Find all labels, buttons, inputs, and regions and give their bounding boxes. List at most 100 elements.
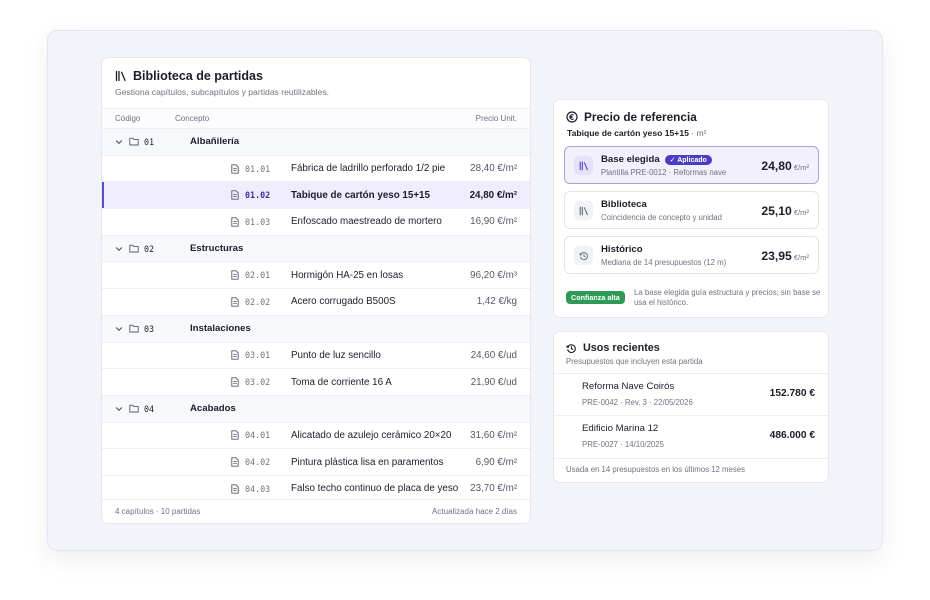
folder-icon	[129, 244, 139, 253]
item-name: Fábrica de ladrillo perforado 1/2 pie	[291, 163, 446, 175]
item-row[interactable]: 01.01 Fábrica de ladrillo perforado 1/2 p…	[102, 155, 530, 183]
item-code: 04.03	[245, 483, 271, 494]
col-concept: Concepto	[175, 114, 210, 123]
item-row[interactable]: 04.01 Alicatado de azulejo cerámico 20×20…	[102, 422, 530, 450]
item-price: 31,60 €/m²	[470, 429, 517, 441]
use-meta: PRE-0042 · Rev. 3 · 22/05/2026	[582, 398, 693, 407]
library-panel: Biblioteca de partidas Gestiona capítulo…	[101, 57, 531, 524]
chapter-name: Instalaciones	[190, 323, 251, 335]
library-header: Biblioteca de partidas Gestiona capítulo…	[102, 58, 530, 108]
col-code: Código	[115, 114, 141, 123]
option-price-value: 25,10	[761, 204, 792, 218]
item-row[interactable]: 04.02 Pintura plástica lisa en paramentos…	[102, 449, 530, 476]
item-code: 04.01	[245, 430, 271, 441]
item-row-selected[interactable]: 01.02 Tabique de cartón yeso 15+15 24,80 €…	[102, 182, 530, 210]
recent-footer: Usada en 14 presupuestos en los últimos …	[554, 458, 828, 482]
reference-item-unit: · m²	[691, 128, 707, 138]
reference-title-text: Precio de referencia	[584, 110, 697, 124]
chapter-code: 02	[144, 243, 155, 254]
option-price-unit: €/m²	[793, 163, 809, 172]
item-row[interactable]: 01.03 Enfoscado maestreado de mortero 16,9…	[102, 209, 530, 236]
confidence-badge: Confianza alta	[566, 291, 625, 304]
recent-use-item[interactable]: Edificio Marina 12 PRE-0027 · 14/10/2025…	[554, 415, 828, 457]
item-name: Toma de corriente 16 A	[291, 376, 392, 388]
item-code: 01.01	[245, 163, 271, 174]
chevron-down-icon[interactable]	[115, 405, 125, 413]
chapter-code: 01	[144, 136, 155, 147]
recent-title: Usos recientes	[566, 342, 660, 354]
reference-item: Tabique de cartón yeso 15+15 · m²	[567, 128, 707, 138]
chapter-name: Estructuras	[190, 243, 244, 255]
item-price: 96,20 €/m³	[470, 269, 517, 281]
document-icon	[231, 270, 239, 280]
books-icon	[574, 201, 593, 220]
item-code: 04.02	[245, 457, 271, 468]
option-price: 25,10 €/m²	[761, 204, 809, 218]
item-price: 28,40 €/m²	[470, 163, 517, 175]
document-icon	[231, 430, 239, 441]
chapter-name: Albañilería	[190, 136, 240, 148]
use-amount: 486.000 €	[769, 430, 815, 441]
option-name-text: Biblioteca	[601, 199, 647, 210]
euro-circle-icon	[566, 111, 578, 123]
library-rows: 01 Albañilería 01.01 Fábrica de ladrillo pe…	[102, 129, 530, 503]
item-row[interactable]: 03.02 Toma de corriente 16 A 21,90 €/ud	[102, 369, 530, 396]
option-biblioteca[interactable]: Biblioteca Coincidencia de concepto y un…	[564, 191, 819, 229]
library-footer: 4 capítulos · 10 partidas Actualizada ha…	[102, 499, 530, 523]
item-name: Acero corrugado B500S	[291, 296, 396, 308]
option-price-value: 23,95	[761, 249, 792, 263]
use-amount: 152.780 €	[769, 388, 815, 399]
document-icon	[231, 484, 239, 494]
option-price: 24,80 €/m²	[761, 159, 809, 173]
item-name: Pintura plástica lisa en paramentos	[291, 456, 444, 468]
option-base-elegida[interactable]: Base elegida ✓ Aplicado Plantilla PRE-00…	[564, 146, 819, 184]
item-row[interactable]: 03.01 Punto de luz sencillo 24,60 €/ud	[102, 342, 530, 370]
option-name: Histórico	[601, 244, 643, 255]
chevron-down-icon[interactable]	[115, 138, 125, 146]
item-code: 01.03	[245, 216, 271, 227]
col-price: Precio Unit.	[475, 114, 517, 123]
clock-history-icon	[566, 343, 577, 354]
item-price: 21,90 €/ud	[470, 376, 517, 388]
use-meta: PRE-0027 · 14/10/2025	[582, 440, 664, 449]
applied-badge: ✓ Aplicado	[664, 154, 712, 165]
recent-subtitle: Presupuestos que incluyen esta partida	[566, 357, 703, 366]
document-icon	[231, 217, 239, 227]
item-code: 02.01	[245, 270, 271, 281]
item-price: 1,42 €/kg	[476, 296, 517, 308]
item-code: 01.02	[245, 190, 271, 201]
reference-title: Precio de referencia	[566, 110, 697, 124]
chapter-row[interactable]: 04 Acabados	[102, 395, 530, 423]
item-name: Enfoscado maestreado de mortero	[291, 216, 442, 228]
item-code: 02.02	[245, 296, 271, 307]
library-count: 4 capítulos · 10 partidas	[115, 507, 201, 516]
chapter-row[interactable]: 01 Albañilería	[102, 129, 530, 156]
option-name-text: Base elegida	[601, 154, 660, 165]
option-price-unit: €/m²	[793, 208, 809, 217]
item-price: 6,90 €/m²	[475, 456, 517, 468]
chapter-row[interactable]: 03 Instalaciones	[102, 315, 530, 343]
document-icon	[231, 190, 239, 200]
option-description: Mediana de 14 presupuestos (12 m)	[601, 258, 727, 267]
chapter-row[interactable]: 02 Estructuras	[102, 235, 530, 263]
books-icon	[115, 70, 127, 82]
option-name: Base elegida ✓ Aplicado	[601, 154, 712, 165]
chevron-down-icon[interactable]	[115, 325, 125, 333]
item-price: 24,60 €/ud	[470, 349, 517, 361]
option-historico[interactable]: Histórico Mediana de 14 presupuestos (12…	[564, 236, 819, 274]
chevron-down-icon[interactable]	[115, 245, 125, 253]
document-icon	[231, 377, 239, 387]
chapter-name: Acabados	[190, 403, 236, 415]
document-icon	[231, 350, 239, 360]
recent-use-item[interactable]: Reforma Nave Coirós PRE-0042 · Rev. 3 · …	[554, 373, 828, 415]
item-code: 03.01	[245, 350, 271, 361]
option-price: 23,95 €/m²	[761, 249, 809, 263]
item-price: 16,90 €/m²	[470, 216, 517, 228]
item-row[interactable]: 02.02 Acero corrugado B500S 1,42 €/kg	[102, 289, 530, 316]
option-description: Plantilla PRE-0012 · Reformas nave	[601, 168, 727, 177]
item-row[interactable]: 02.01 Hormigón HA-25 en losas 96,20 €/m³	[102, 262, 530, 290]
item-name: Hormigón HA-25 en losas	[291, 269, 404, 281]
chapter-code: 03	[144, 323, 155, 334]
folder-icon	[129, 137, 139, 146]
item-price: 23,70 €/m²	[470, 483, 517, 495]
